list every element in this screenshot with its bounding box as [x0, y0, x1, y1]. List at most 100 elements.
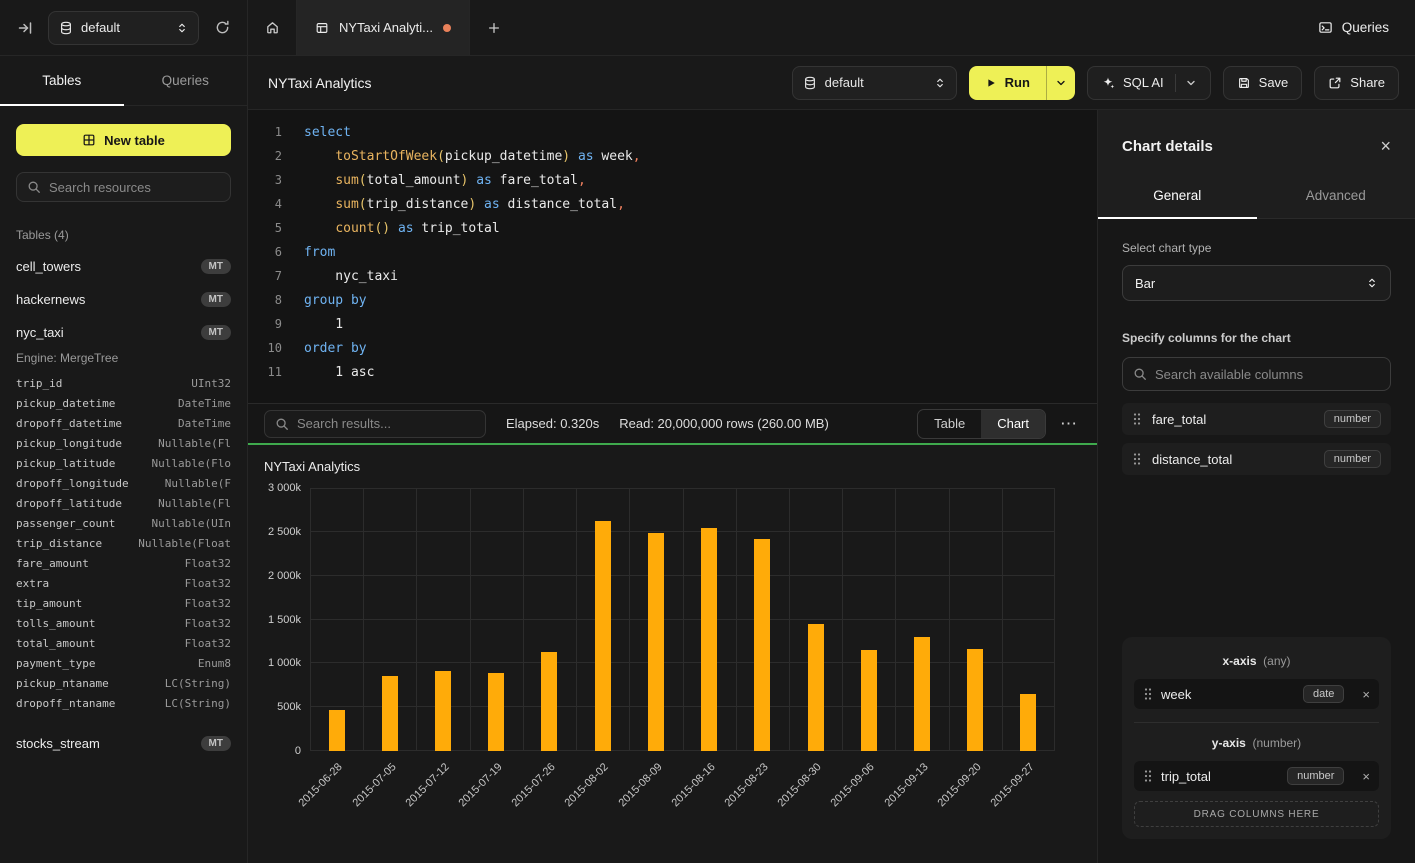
remove-column-button[interactable]: × [1362, 687, 1370, 702]
chart-bar[interactable] [648, 533, 664, 751]
table-view-button[interactable]: Table [918, 410, 981, 438]
chart-bar[interactable] [541, 652, 557, 751]
collapse-sidebar-icon[interactable] [12, 15, 38, 41]
share-button[interactable]: Share [1314, 66, 1399, 100]
more-options-button[interactable]: ⋯ [1056, 414, 1081, 434]
run-options-button[interactable] [1046, 66, 1075, 100]
refresh-icon[interactable] [209, 15, 235, 41]
query-header: NYTaxi Analytics default Run [248, 56, 1415, 110]
search-icon [27, 180, 41, 194]
table-grid-icon [82, 133, 96, 147]
home-tab[interactable] [248, 0, 297, 55]
column-row[interactable]: payment_typeEnum8 [0, 653, 247, 673]
column-type: Float32 [185, 557, 231, 570]
column-name: payment_type [16, 657, 95, 670]
column-row[interactable]: fare_amountFloat32 [0, 553, 247, 573]
close-icon[interactable]: × [1380, 137, 1391, 155]
chart-bar[interactable] [435, 671, 451, 751]
axis-column-row[interactable]: trip_totalnumber× [1134, 761, 1379, 791]
database-value: default [825, 75, 926, 90]
available-column-row[interactable]: distance_totalnumber [1122, 443, 1391, 475]
new-table-button[interactable]: New table [16, 124, 231, 156]
available-column-row[interactable]: fare_totalnumber [1122, 403, 1391, 435]
database-selector[interactable]: default [792, 66, 957, 100]
table-row[interactable]: cell_towersMT [0, 250, 247, 283]
table-row[interactable]: hackernewsMT [0, 283, 247, 316]
drag-handle-icon [1143, 687, 1153, 701]
database-icon [59, 21, 73, 35]
chart-bar[interactable] [488, 673, 504, 751]
chart-type-select[interactable]: Bar [1122, 265, 1391, 301]
line-number: 10 [248, 341, 282, 355]
column-row[interactable]: dropoff_latitudeNullable(Fl [0, 493, 247, 513]
column-row[interactable]: dropoff_longitudeNullable(F [0, 473, 247, 493]
query-tab[interactable]: NYTaxi Analyti... [297, 0, 470, 55]
chart-bar[interactable] [861, 650, 877, 751]
chart-bar[interactable] [914, 637, 930, 751]
column-row[interactable]: passenger_countNullable(UIn [0, 513, 247, 533]
column-row[interactable]: dropoff_datetimeDateTime [0, 413, 247, 433]
remove-column-button[interactable]: × [1362, 769, 1370, 784]
sql-editor[interactable]: 1select2 toStartOfWeek(pickup_datetime) … [248, 110, 1097, 403]
search-resources-input[interactable] [49, 180, 220, 195]
chart-bar[interactable] [808, 624, 824, 751]
chart-bar[interactable] [701, 528, 717, 751]
column-name: pickup_datetime [16, 397, 115, 410]
sql-ai-button[interactable]: SQL AI [1087, 66, 1211, 100]
column-row[interactable]: tip_amountFloat32 [0, 593, 247, 613]
save-label: Save [1259, 75, 1289, 90]
type-badge: number [1324, 450, 1381, 468]
topbar-database-selector[interactable]: default [48, 11, 199, 45]
search-columns-input[interactable] [1155, 367, 1380, 382]
chart-bar[interactable] [382, 676, 398, 751]
run-button[interactable]: Run [969, 66, 1075, 100]
chart-bar[interactable] [967, 649, 983, 751]
column-row[interactable]: pickup_ntanameLC(String) [0, 673, 247, 693]
editor-line: 1select [248, 120, 1097, 144]
engine-badge: MT [201, 292, 231, 307]
editor-line: 7 nyc_taxi [248, 264, 1097, 288]
tab-advanced[interactable]: Advanced [1257, 176, 1415, 218]
chevron-down-icon [1055, 77, 1067, 89]
x-tick-label: 2015-08-30 [776, 761, 824, 809]
column-row[interactable]: extraFloat32 [0, 573, 247, 593]
column-row[interactable]: pickup_datetime DateTime [0, 393, 247, 413]
search-results-input[interactable] [297, 416, 475, 431]
editor-line: 2 toStartOfWeek(pickup_datetime) as week… [248, 144, 1097, 168]
chart-bar[interactable] [595, 521, 611, 751]
save-button[interactable]: Save [1223, 66, 1303, 100]
column-row[interactable]: tolls_amountFloat32 [0, 613, 247, 633]
column-type: Nullable(UIn [152, 517, 231, 530]
chart-panel: NYTaxi Analytics 0500k1 000k1 500k2 000k… [248, 443, 1097, 863]
tab-general[interactable]: General [1098, 176, 1257, 218]
editor-line: 8group by [248, 288, 1097, 312]
column-name: week [1161, 687, 1191, 702]
sidebar-tab-queries[interactable]: Queries [124, 56, 248, 105]
x-tick-label: 2015-08-02 [563, 761, 611, 809]
column-row[interactable]: trip_distanceNullable(Float [0, 533, 247, 553]
queries-button[interactable]: Queries [1310, 14, 1397, 41]
table-row[interactable]: stocks_streamMT [0, 727, 247, 760]
code-text: nyc_taxi [304, 269, 398, 284]
chevron-down-icon [1175, 74, 1197, 92]
new-tab-button[interactable] [470, 0, 518, 55]
code-text: 1 asc [304, 365, 374, 380]
code-text: from [304, 245, 335, 260]
chart-view-button[interactable]: Chart [981, 410, 1045, 438]
chart-bar[interactable] [329, 710, 345, 751]
drop-zone[interactable]: DRAG COLUMNS HERE [1134, 801, 1379, 827]
column-row[interactable]: total_amountFloat32 [0, 633, 247, 653]
column-row[interactable]: pickup_latitudeNullable(Flo [0, 453, 247, 473]
column-type: DateTime [178, 397, 231, 410]
x-tick-label: 2015-07-19 [456, 761, 504, 809]
table-row[interactable]: nyc_taxiMT [0, 316, 247, 349]
column-type: UInt32 [191, 377, 231, 390]
column-row[interactable]: pickup_longitudeNullable(Fl [0, 433, 247, 453]
chart-bar[interactable] [754, 539, 770, 751]
chart-bar[interactable] [1020, 694, 1036, 751]
column-row[interactable]: trip_idUInt32 [0, 373, 247, 393]
column-row[interactable]: dropoff_ntanameLC(String) [0, 693, 247, 713]
sidebar-tab-tables[interactable]: Tables [0, 56, 124, 105]
tab-bar: NYTaxi Analyti... [248, 0, 518, 55]
axis-column-row[interactable]: weekdate× [1134, 679, 1379, 709]
